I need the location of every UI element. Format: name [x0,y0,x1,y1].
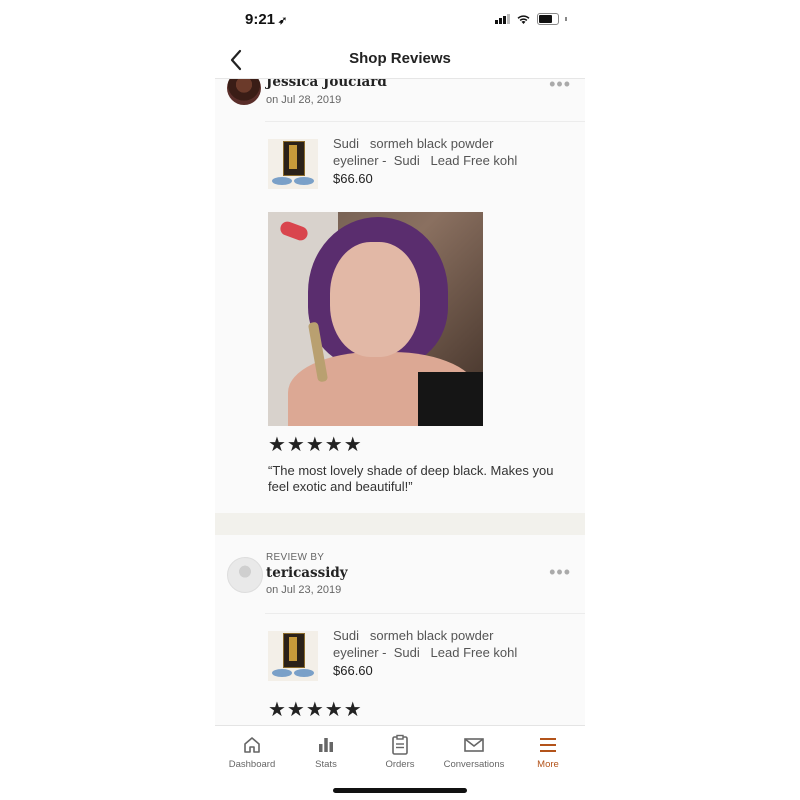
review-card: REVIEW BY tericassidy on Jul 23, 2019 ••… [215,535,585,725]
avatar[interactable] [227,557,263,593]
star-rating: ★★★★★ [268,434,363,456]
divider [265,121,585,122]
clipboard-icon [392,734,408,755]
wifi-icon [517,14,530,24]
menu-icon [540,738,556,752]
tab-label: Conversations [443,759,505,770]
review-date: on Jul 23, 2019 [266,584,342,596]
review-separator [215,513,585,535]
tab-label: More [537,759,559,770]
product-title[interactable]: Sudi sormeh black powder eyeliner - Sudi… [333,135,553,169]
divider [265,613,585,614]
bar-chart-icon [319,738,333,752]
tab-stats[interactable]: Stats [289,726,363,774]
status-time: 9:21 ➶ [245,11,287,28]
avatar[interactable] [227,79,261,105]
review-date: on Jul 28, 2019 [266,94,342,106]
tab-more[interactable]: More [511,726,585,774]
status-icons [495,13,567,25]
more-options-icon[interactable]: ••• [549,563,571,581]
envelope-icon [464,738,484,752]
page-title: Shop Reviews [349,50,451,67]
phone-screen: 9:21 ➶ Shop Reviews Jessica Jouclard on J… [215,0,585,800]
cellular-signal-icon [495,14,510,24]
tab-label: Stats [315,759,337,770]
tab-bar: Dashboard Stats Orders Conversations Mor… [215,725,585,774]
tab-orders[interactable]: Orders [363,726,437,774]
home-indicator[interactable] [333,788,467,793]
star-rating: ★★★★★ [268,699,363,721]
battery-cap [565,17,567,21]
tab-conversations[interactable]: Conversations [437,726,511,774]
reviewer-name[interactable]: Jessica Jouclard [266,79,387,90]
tab-label: Orders [385,759,415,770]
review-by-label: REVIEW BY [266,552,325,563]
tab-label: Dashboard [228,759,276,770]
reviewer-name[interactable]: tericassidy [266,565,348,581]
home-icon [244,737,260,753]
tab-dashboard[interactable]: Dashboard [215,726,289,774]
location-icon: ➶ [278,15,288,27]
more-options-icon[interactable]: ••• [549,79,571,93]
clock: 9:21 [245,11,276,28]
product-price: $66.60 [333,663,373,678]
product-thumbnail[interactable] [268,631,318,681]
reviews-list[interactable]: Jessica Jouclard on Jul 28, 2019 ••• Sud… [215,79,585,725]
review-card: Jessica Jouclard on Jul 28, 2019 ••• Sud… [215,79,585,516]
review-text: “The most lovely shade of deep black. Ma… [268,463,554,494]
product-price: $66.60 [333,171,373,186]
review-photo[interactable] [268,212,483,426]
product-title[interactable]: Sudi sormeh black powder eyeliner - Sudi… [333,627,553,661]
product-thumbnail[interactable] [268,139,318,189]
nav-bar: Shop Reviews [215,40,585,79]
battery-icon [537,13,559,25]
